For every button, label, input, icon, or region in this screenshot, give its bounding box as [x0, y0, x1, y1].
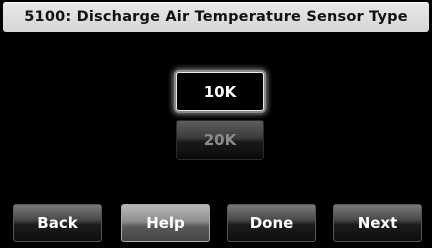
help-button[interactable]: Help: [121, 204, 210, 242]
done-button[interactable]: Done: [227, 204, 316, 242]
option-20k-label: 20K: [203, 131, 237, 149]
done-button-label: Done: [249, 214, 294, 232]
title-bar: 5100: Discharge Air Temperature Sensor T…: [3, 2, 429, 32]
help-button-label: Help: [146, 214, 185, 232]
back-button[interactable]: Back: [13, 204, 102, 242]
option-20k-button[interactable]: 20K: [176, 120, 264, 160]
next-button[interactable]: Next: [333, 204, 422, 242]
back-button-label: Back: [37, 214, 78, 232]
option-10k-label: 10K: [203, 82, 237, 101]
thermostat-screen: 5100: Discharge Air Temperature Sensor T…: [0, 0, 432, 248]
next-button-label: Next: [357, 214, 398, 232]
page-title: 5100: Discharge Air Temperature Sensor T…: [24, 9, 408, 25]
option-10k-button[interactable]: 10K: [176, 72, 264, 111]
